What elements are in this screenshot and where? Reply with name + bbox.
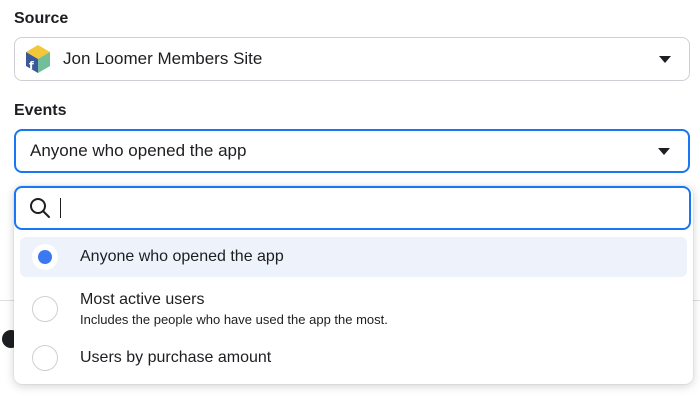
- option-users-by-purchase-amount[interactable]: Users by purchase amount: [20, 340, 687, 376]
- radio-selected-dot: [38, 250, 52, 264]
- radio-button[interactable]: [32, 296, 58, 322]
- events-label: Events: [14, 102, 67, 119]
- chevron-down-icon: [659, 56, 671, 63]
- option-title: Most active users: [80, 291, 205, 308]
- source-label: Source: [14, 10, 69, 27]
- source-value: Jon Loomer Members Site: [63, 49, 263, 68]
- search-input[interactable]: [14, 186, 691, 230]
- option-most-active-users[interactable]: Most active users Includes the people wh…: [20, 284, 687, 334]
- events-value: Anyone who opened the app: [30, 141, 247, 160]
- radio-button[interactable]: [32, 345, 58, 371]
- source-select[interactable]: f Jon Loomer Members Site: [14, 37, 690, 81]
- svg-text:f: f: [29, 59, 34, 72]
- text-cursor: [60, 198, 61, 218]
- radio-button[interactable]: [32, 244, 58, 270]
- chevron-down-icon: [658, 148, 670, 155]
- events-dropdown: Anyone who opened the app Most active us…: [14, 186, 693, 384]
- search-icon: [30, 198, 50, 218]
- option-title: Anyone who opened the app: [80, 248, 284, 265]
- option-title: Users by purchase amount: [80, 349, 272, 366]
- option-anyone-opened-app[interactable]: Anyone who opened the app: [20, 237, 687, 277]
- option-description: Includes the people who have used the ap…: [80, 312, 388, 327]
- option-text: Most active users Includes the people wh…: [80, 291, 388, 327]
- events-select[interactable]: Anyone who opened the app: [14, 129, 690, 173]
- facebook-app-cube-icon: f: [26, 45, 50, 73]
